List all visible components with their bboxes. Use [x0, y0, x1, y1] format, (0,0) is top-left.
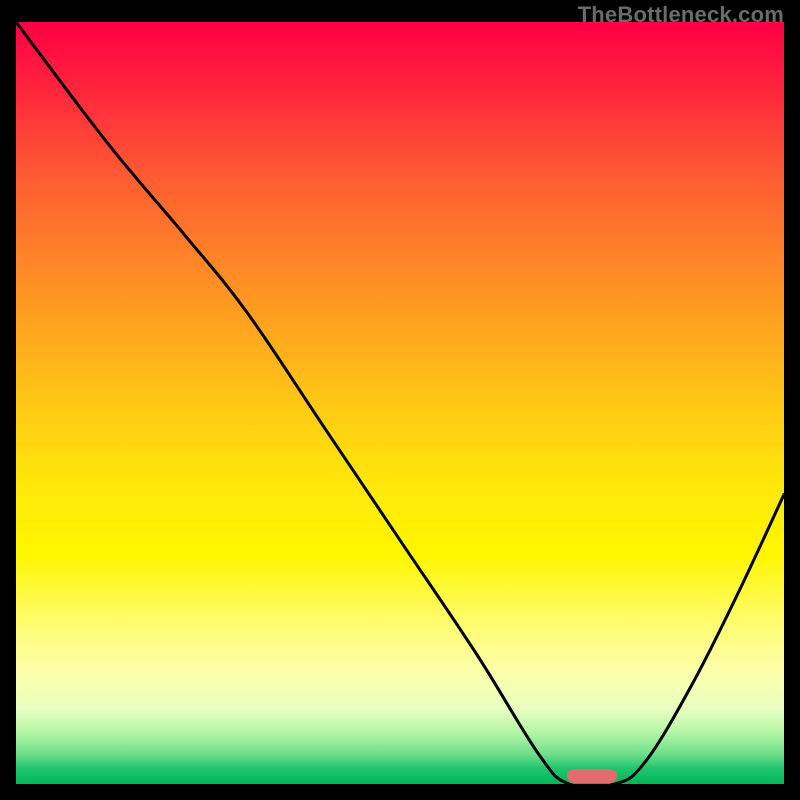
watermark-text: TheBottleneck.com [578, 2, 784, 28]
chart-plot-area [16, 22, 784, 784]
optimum-marker [567, 769, 617, 783]
bottleneck-curve-path [16, 22, 784, 784]
chart-curve-svg [16, 22, 784, 784]
